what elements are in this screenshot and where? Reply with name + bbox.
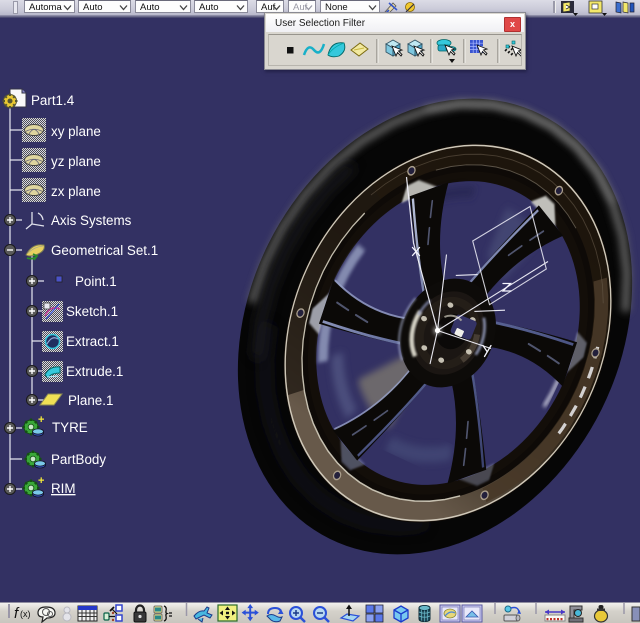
svg-text:Part1.4: Part1.4 [31, 93, 75, 108]
svg-text:+: + [38, 475, 44, 487]
svg-text:Sketch.1: Sketch.1 [66, 304, 118, 319]
svg-text:(x): (x) [20, 609, 31, 619]
svg-text:RIM: RIM [51, 481, 76, 496]
svg-text:TYRE: TYRE [52, 420, 88, 435]
svg-text:Point.1: Point.1 [75, 274, 117, 289]
svg-text:+: + [38, 414, 44, 426]
svg-text:Axis Systems: Axis Systems [51, 213, 132, 228]
svg-text:Geometrical Set.1: Geometrical Set.1 [51, 243, 158, 258]
svg-text:Plane.1: Plane.1 [68, 393, 113, 408]
svg-text:Extrude.1: Extrude.1 [66, 364, 123, 379]
svg-text:zx plane: zx plane [51, 184, 101, 199]
svg-text:Extract.1: Extract.1 [66, 334, 119, 349]
svg-text:PartBody: PartBody [51, 452, 106, 467]
svg-text:yz plane: yz plane [51, 154, 101, 169]
svg-text:xy plane: xy plane [51, 124, 101, 139]
